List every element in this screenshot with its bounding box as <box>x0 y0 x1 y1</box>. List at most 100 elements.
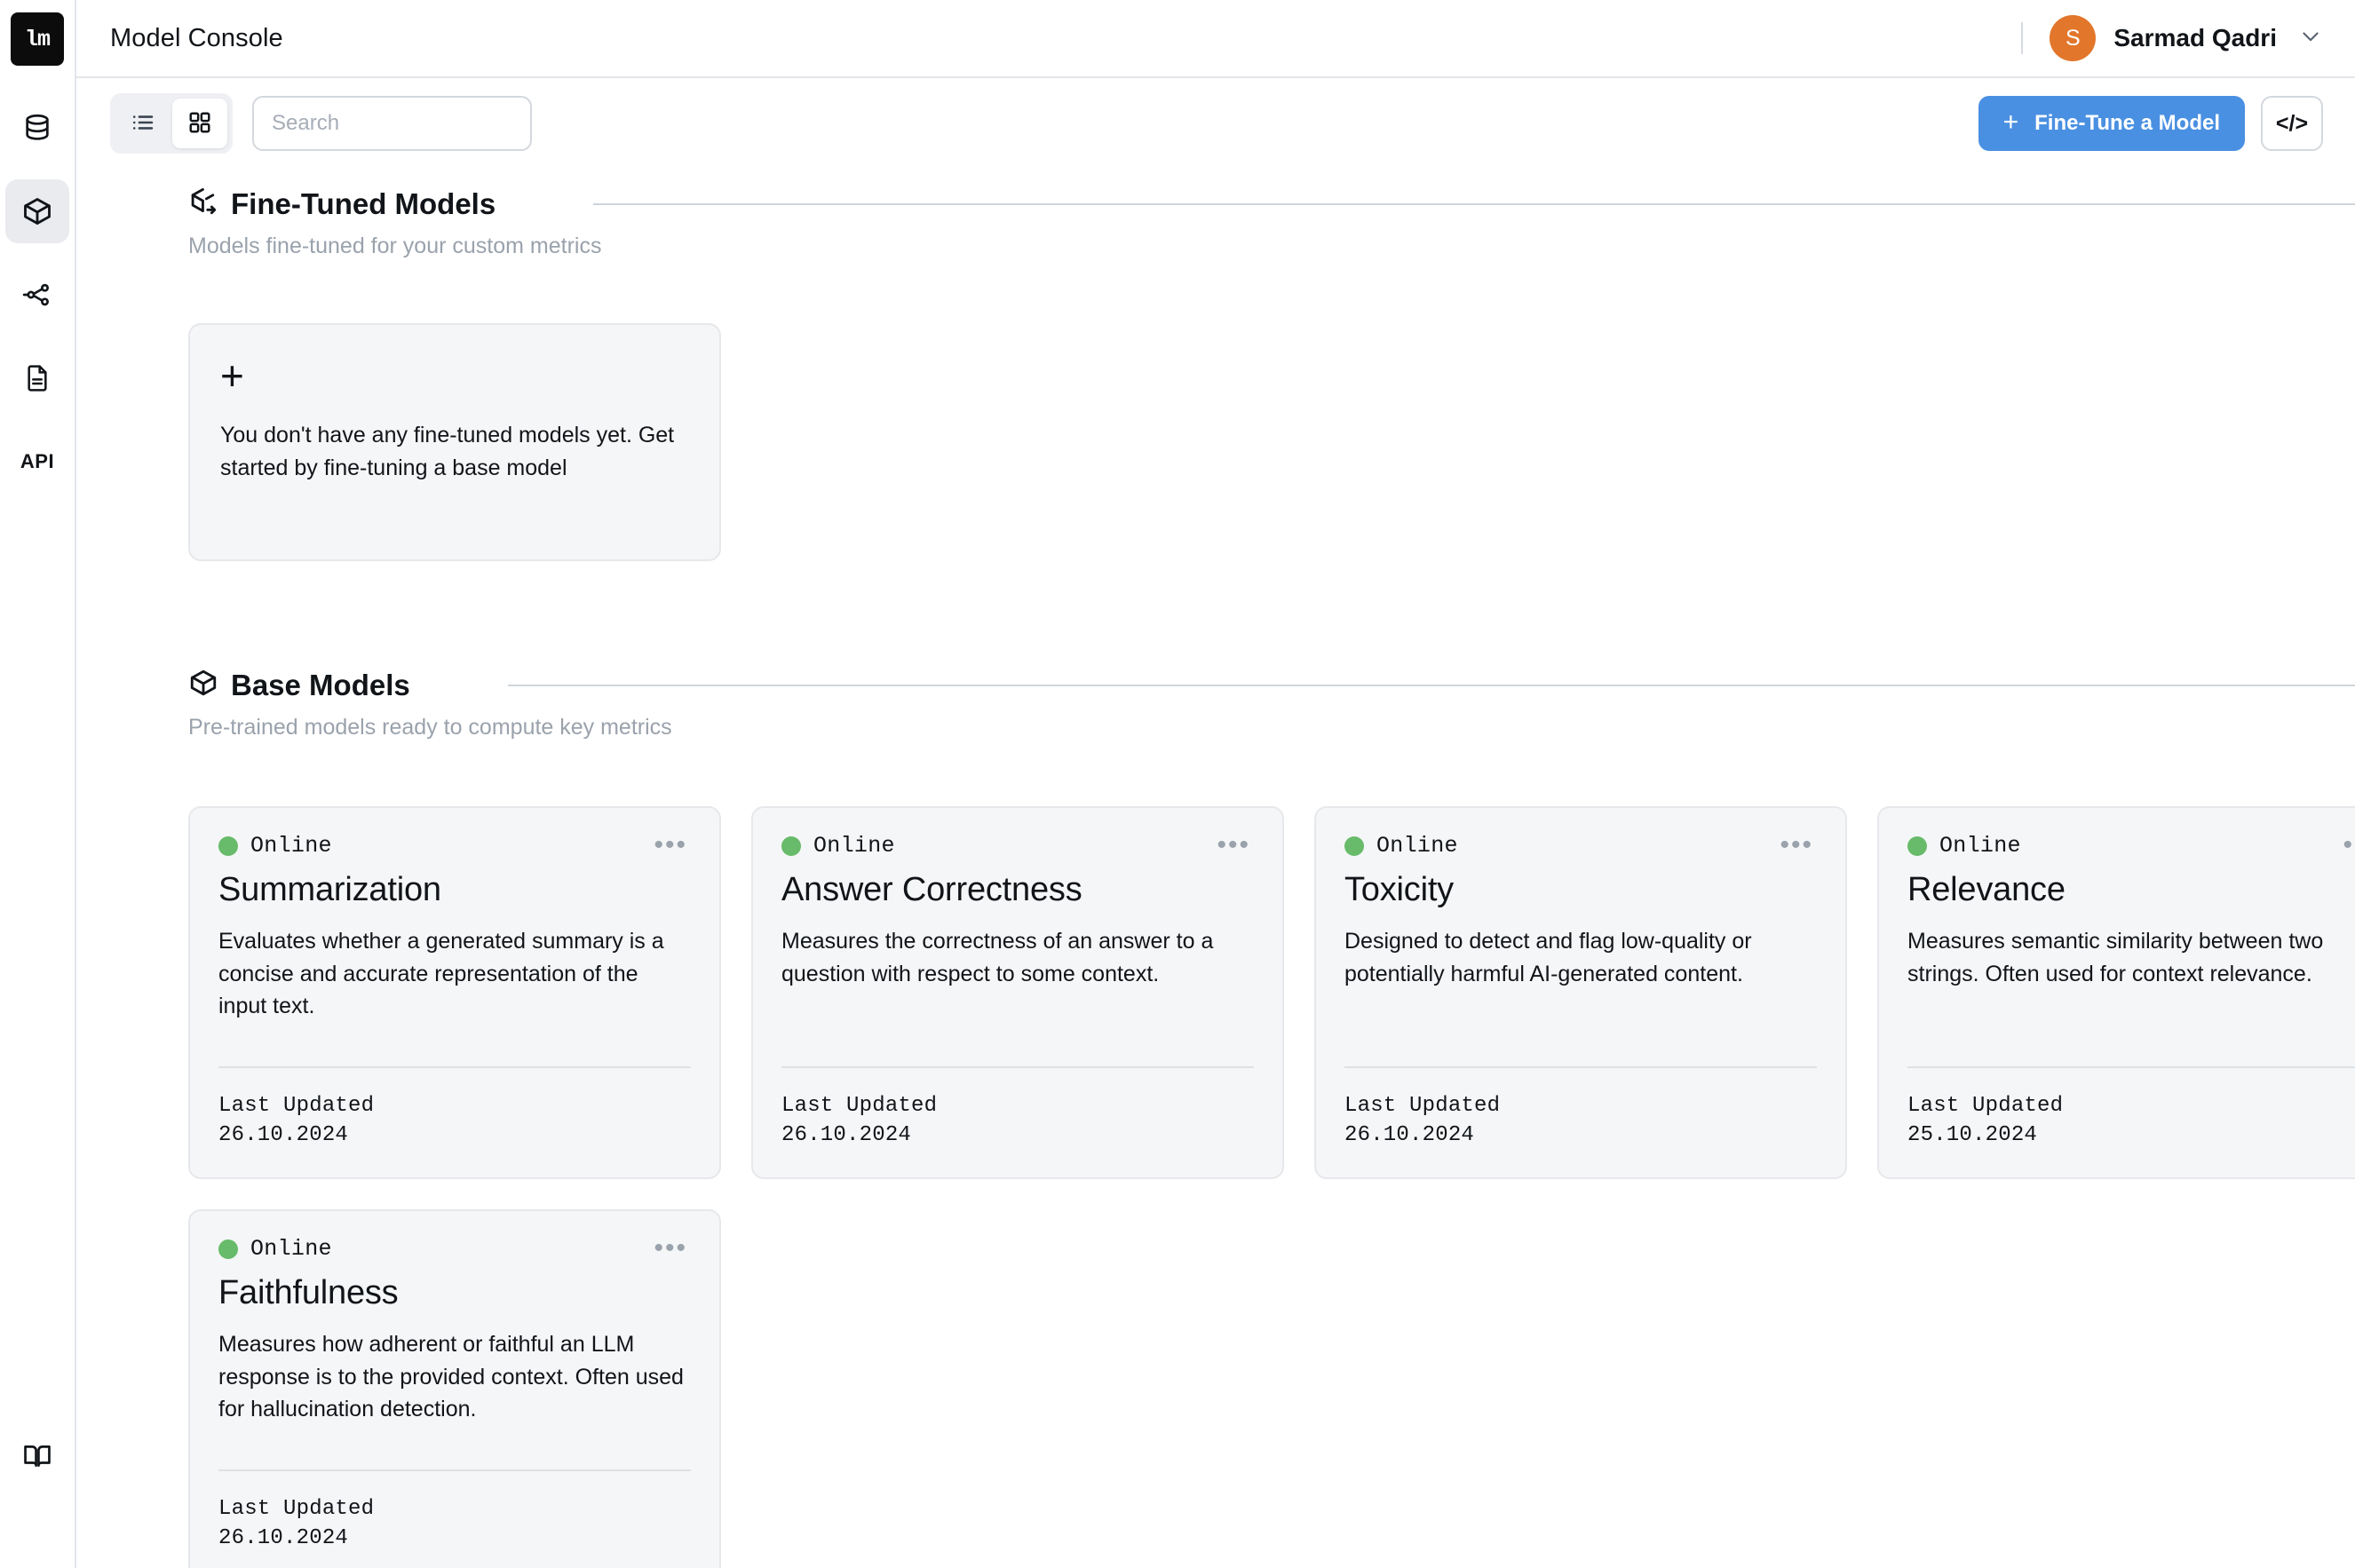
model-card[interactable]: Online ••• Summarization Evaluates whether … <box>188 806 721 1179</box>
card-header: Online ••• <box>1344 832 1817 859</box>
status-dot-icon <box>1344 835 1364 856</box>
model-description: Measures how adherent or faithful an LLM… <box>218 1332 684 1421</box>
last-updated-label: Last Updated <box>218 1093 375 1118</box>
card-footer: Last Updated 26.10.2024 <box>1344 1065 1817 1151</box>
model-card[interactable]: Online ••• Answer Correctness Measures the … <box>751 806 1284 1179</box>
view-toggle <box>110 93 233 154</box>
toolbar-actions: + Fine-Tune a Model </> <box>1978 96 2323 151</box>
divider <box>781 1065 1254 1068</box>
sidebar-item-models[interactable] <box>5 179 69 243</box>
last-updated-value: 25.10.2024 <box>1907 1123 2038 1148</box>
model-description: Evaluates whether a generated summary is… <box>218 929 664 1018</box>
status-badge: Online <box>218 1236 332 1262</box>
base-models-grid: Online ••• Summarization Evaluates whether … <box>188 806 2355 1568</box>
code-snippet-button[interactable]: </> <box>2261 96 2323 151</box>
more-options-icon[interactable]: ••• <box>650 1235 691 1262</box>
last-updated-value: 26.10.2024 <box>218 1526 349 1551</box>
book-icon <box>22 1441 52 1471</box>
section-fine-tuned-models: Fine-Tuned Models Models fine-tuned for … <box>76 186 2355 561</box>
section-rule <box>507 684 2355 686</box>
avatar[interactable]: S <box>2050 15 2097 61</box>
model-card[interactable]: Online ••• Faithfulness Measures how adhere… <box>188 1209 721 1568</box>
fine-tuned-empty-state-card[interactable]: + You don't have any fine-tuned models y… <box>188 323 721 561</box>
model-title: Summarization <box>218 871 441 908</box>
empty-state-text: You don't have any fine-tuned models yet… <box>220 423 675 480</box>
last-updated-value: 26.10.2024 <box>781 1123 912 1148</box>
model-title: Relevance <box>1907 871 2066 908</box>
last-updated-label: Last Updated <box>781 1093 938 1118</box>
status-dot-icon <box>1907 835 1927 856</box>
sidebar-item-docs[interactable] <box>5 1424 69 1488</box>
chevron-down-icon[interactable] <box>2298 24 2323 53</box>
model-title: Faithfulness <box>218 1274 399 1311</box>
section-rule <box>593 202 2355 205</box>
status-badge: Online <box>1907 833 2021 859</box>
git-branch-icon <box>22 280 52 310</box>
search-input[interactable] <box>252 96 532 151</box>
card-header: Online ••• <box>1907 832 2355 859</box>
last-updated-label: Last Updated <box>1907 1093 2064 1118</box>
divider <box>218 1065 691 1068</box>
code-icon: </> <box>2275 110 2309 136</box>
cube-icon <box>188 668 218 702</box>
grid-view-button[interactable] <box>172 99 227 148</box>
status-badge: Online <box>781 833 895 859</box>
base-models-title-wrap: Base Models <box>188 668 410 702</box>
header-user-area: S Sarmad Qadri <box>2021 15 2323 61</box>
model-description: Measures semantic similarity between two… <box>1907 929 2324 986</box>
sidebar-item-api[interactable]: API <box>5 430 69 494</box>
fine-tune-label: Fine-Tune a Model <box>2034 111 2220 135</box>
section-base-models: Base Models Pre-trained models ready to … <box>76 668 2355 1568</box>
divider <box>1907 1065 2355 1068</box>
card-header: Online ••• <box>218 832 691 859</box>
status-badge: Online <box>218 833 332 859</box>
divider <box>218 1469 691 1471</box>
status-label: Online <box>1376 833 1458 859</box>
sidebar-item-workflows[interactable] <box>5 263 69 327</box>
fine-tuned-title-wrap: Fine-Tuned Models <box>188 186 496 221</box>
sidebar-item-database[interactable] <box>5 96 69 160</box>
base-models-section-header: Base Models <box>76 668 2355 702</box>
content-area: Fine-Tuned Models Models fine-tuned for … <box>76 169 2355 1568</box>
sidebar: lm API <box>0 0 76 1568</box>
top-header: Model Console S Sarmad Qadri <box>76 0 2355 78</box>
header-divider <box>2021 22 2024 54</box>
plus-icon: + <box>2002 107 2019 137</box>
model-description: Designed to detect and flag low-quality … <box>1344 929 1752 986</box>
status-dot-icon <box>781 835 801 856</box>
last-updated-label: Last Updated <box>218 1496 375 1521</box>
database-icon <box>22 113 52 143</box>
fine-tuned-subtitle: Models fine-tuned for your custom metric… <box>188 234 602 258</box>
card-header: Online ••• <box>781 832 1254 859</box>
more-options-icon[interactable]: ••• <box>2339 832 2355 859</box>
model-card[interactable]: Online ••• Toxicity Designed to detect and … <box>1314 806 1847 1179</box>
card-header: Online ••• <box>218 1235 691 1262</box>
more-options-icon[interactable]: ••• <box>1776 832 1817 859</box>
status-dot-icon <box>218 835 238 856</box>
status-dot-icon <box>218 1239 238 1259</box>
grid-view-icon <box>187 110 212 138</box>
base-models-subtitle: Pre-trained models ready to compute key … <box>188 715 672 740</box>
sidebar-nav: API <box>5 96 69 494</box>
base-models-title: Base Models <box>231 668 410 701</box>
card-footer: Last Updated 26.10.2024 <box>218 1469 691 1554</box>
cube-icon <box>21 195 53 227</box>
page-title: Model Console <box>110 23 283 52</box>
model-card[interactable]: Online ••• Relevance Measures semantic simi… <box>1877 806 2355 1179</box>
status-label: Online <box>1939 833 2021 859</box>
last-updated-label: Last Updated <box>1344 1093 1501 1118</box>
card-footer: Last Updated 26.10.2024 <box>218 1065 691 1151</box>
app-logo[interactable]: lm <box>11 12 64 66</box>
fine-tune-a-model-button[interactable]: + Fine-Tune a Model <box>1978 96 2245 151</box>
list-view-icon <box>131 110 155 138</box>
list-view-button[interactable] <box>115 99 170 148</box>
main-column: Model Console S Sarmad Qadri Search + Fi… <box>76 0 2355 1568</box>
sidebar-item-documents[interactable] <box>5 346 69 410</box>
last-updated-value: 26.10.2024 <box>1344 1123 1475 1148</box>
divider <box>1344 1065 1817 1068</box>
more-options-icon[interactable]: ••• <box>1213 832 1254 859</box>
more-options-icon[interactable]: ••• <box>650 832 691 859</box>
card-footer: Last Updated 26.10.2024 <box>781 1065 1254 1151</box>
fine-tuned-title: Fine-Tuned Models <box>231 186 496 220</box>
status-label: Online <box>813 833 895 859</box>
